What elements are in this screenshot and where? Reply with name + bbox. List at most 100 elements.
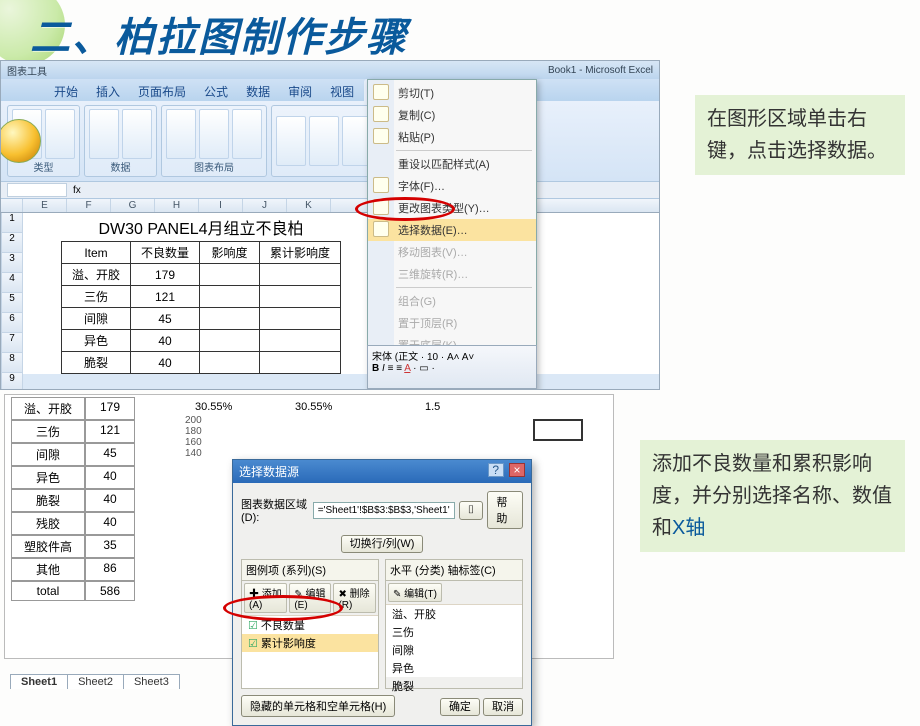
hidden-cells-button[interactable]: 隐藏的单元格和空单元格(H) — [241, 695, 395, 717]
cell[interactable]: 86 — [85, 558, 135, 581]
menu-paste[interactable]: 粘贴(P) — [368, 126, 536, 148]
name-box[interactable] — [7, 183, 67, 197]
cell[interactable]: 45 — [131, 308, 200, 330]
menu-copy[interactable]: 复制(C) — [368, 104, 536, 126]
fx-icon[interactable]: fx — [73, 185, 81, 196]
help-button[interactable]: ? — [488, 463, 504, 477]
menu-reset-style[interactable]: 重设以匹配样式(A) — [368, 153, 536, 175]
cell[interactable] — [200, 352, 260, 374]
sheet-tab-3[interactable]: Sheet3 — [123, 674, 180, 689]
cell[interactable] — [260, 286, 341, 308]
cell[interactable]: 40 — [85, 512, 135, 535]
row-3[interactable]: 3 — [1, 253, 23, 273]
cell[interactable]: 179 — [131, 264, 200, 286]
row-6[interactable]: 6 — [1, 313, 23, 333]
cell[interactable]: 间隙 — [62, 308, 131, 330]
axis-item[interactable]: 异色 — [386, 659, 522, 677]
cell[interactable]: 40 — [131, 330, 200, 352]
mini-font-name[interactable]: 宋体 (正文 — [372, 352, 418, 363]
cell[interactable]: 间隙 — [11, 443, 85, 466]
switch-rowcol-button[interactable] — [89, 109, 119, 159]
cell[interactable] — [200, 286, 260, 308]
layout-thumb-3[interactable] — [232, 109, 262, 159]
help-link[interactable]: 帮助 — [487, 491, 523, 529]
context-menu[interactable]: 剪切(T) 复制(C) 粘贴(P) 重设以匹配样式(A) 字体(F)… 更改图表… — [367, 79, 537, 390]
series-item-cum[interactable]: 累计影响度 — [242, 634, 378, 652]
menu-font[interactable]: 字体(F)… — [368, 175, 536, 197]
cell[interactable] — [200, 264, 260, 286]
axis-item[interactable]: 脆裂 — [386, 677, 522, 695]
worksheet-area[interactable]: 1 2 3 4 5 6 7 8 9 10 DW30 PANEL4月组立不良柏 I… — [1, 213, 659, 374]
axis-item[interactable]: 三伤 — [386, 623, 522, 641]
cell[interactable]: 残胶 — [11, 512, 85, 535]
style-thumb-1[interactable] — [276, 116, 306, 166]
cell[interactable]: 异色 — [62, 330, 131, 352]
mini-font-size[interactable]: 10 — [427, 352, 438, 363]
tab-pagelayout[interactable]: 页面布局 — [130, 79, 194, 101]
mini-toolbar[interactable]: 宋体 (正文 · 10 · A˄ A˅ B I ≡ ≡ A · ▭ · — [367, 345, 537, 389]
select-all-corner[interactable] — [1, 199, 23, 212]
row-1[interactable]: 1 — [1, 213, 23, 233]
ok-button[interactable]: 确定 — [440, 698, 480, 716]
axis-item[interactable]: 溢、开胶 — [386, 605, 522, 623]
range-input[interactable] — [313, 502, 455, 519]
layout-thumb-2[interactable] — [199, 109, 229, 159]
col-H[interactable]: H — [155, 199, 199, 212]
edit-axis-button[interactable]: ✎ 编辑(T) — [388, 583, 442, 602]
row-9[interactable]: 9 — [1, 373, 23, 390]
close-button[interactable]: × — [509, 463, 525, 477]
cell[interactable]: 121 — [85, 420, 135, 443]
cell[interactable]: 586 — [85, 581, 135, 601]
row-8[interactable]: 8 — [1, 353, 23, 373]
switch-rowcol-button[interactable]: 切换行/列(W) — [341, 535, 424, 553]
cell[interactable]: 脆裂 — [62, 352, 131, 374]
cell[interactable]: 脆裂 — [11, 489, 85, 512]
cell[interactable]: 异色 — [11, 466, 85, 489]
axis-list[interactable]: 溢、开胶 三伤 间隙 异色 脆裂 — [386, 605, 522, 677]
row-5[interactable]: 5 — [1, 293, 23, 313]
cell[interactable]: 其他 — [11, 558, 85, 581]
sheet-tab-1[interactable]: Sheet1 — [10, 674, 68, 689]
cell[interactable]: 45 — [85, 443, 135, 466]
cell[interactable]: 35 — [85, 535, 135, 558]
layout-thumb-1[interactable] — [166, 109, 196, 159]
cell[interactable]: total — [11, 581, 85, 601]
tab-formulas[interactable]: 公式 — [196, 79, 236, 101]
menu-select-data[interactable]: 选择数据(E)… — [368, 219, 536, 241]
row-7[interactable]: 7 — [1, 333, 23, 353]
menu-cut[interactable]: 剪切(T) — [368, 82, 536, 104]
col-J[interactable]: J — [243, 199, 287, 212]
row-2[interactable]: 2 — [1, 233, 23, 253]
style-thumb-2[interactable] — [309, 116, 339, 166]
cell[interactable] — [260, 330, 341, 352]
range-picker-icon[interactable]: ⌷ — [459, 501, 484, 520]
col-K[interactable]: K — [287, 199, 331, 212]
cell[interactable] — [200, 330, 260, 352]
col-G[interactable]: G — [111, 199, 155, 212]
dialog-titlebar[interactable]: 选择数据源 ? × — [233, 460, 531, 483]
tab-review[interactable]: 审阅 — [280, 79, 320, 101]
cell[interactable] — [260, 308, 341, 330]
cell[interactable]: 三伤 — [62, 286, 131, 308]
tab-home[interactable]: 开始 — [46, 79, 86, 101]
select-data-button[interactable] — [122, 109, 152, 159]
cell[interactable]: 塑胶件高 — [11, 535, 85, 558]
tab-insert[interactable]: 插入 — [88, 79, 128, 101]
cell[interactable]: 179 — [85, 397, 135, 420]
sheet-tab-2[interactable]: Sheet2 — [67, 674, 124, 689]
tab-data[interactable]: 数据 — [238, 79, 278, 101]
col-E[interactable]: E — [23, 199, 67, 212]
row-4[interactable]: 4 — [1, 273, 23, 293]
cell[interactable]: 121 — [131, 286, 200, 308]
formula-bar[interactable]: fx — [1, 181, 659, 199]
col-F[interactable]: F — [67, 199, 111, 212]
tab-view[interactable]: 视图 — [322, 79, 362, 101]
cell[interactable] — [260, 264, 341, 286]
selected-cell-rect[interactable] — [533, 419, 583, 441]
cell[interactable]: 40 — [85, 466, 135, 489]
cell[interactable]: 溢、开胶 — [11, 397, 85, 420]
axis-item[interactable]: 间隙 — [386, 641, 522, 659]
series-list[interactable]: 不良数量 累计影响度 — [242, 616, 378, 688]
save-as-template-button[interactable] — [45, 109, 75, 159]
cancel-button[interactable]: 取消 — [483, 698, 523, 716]
